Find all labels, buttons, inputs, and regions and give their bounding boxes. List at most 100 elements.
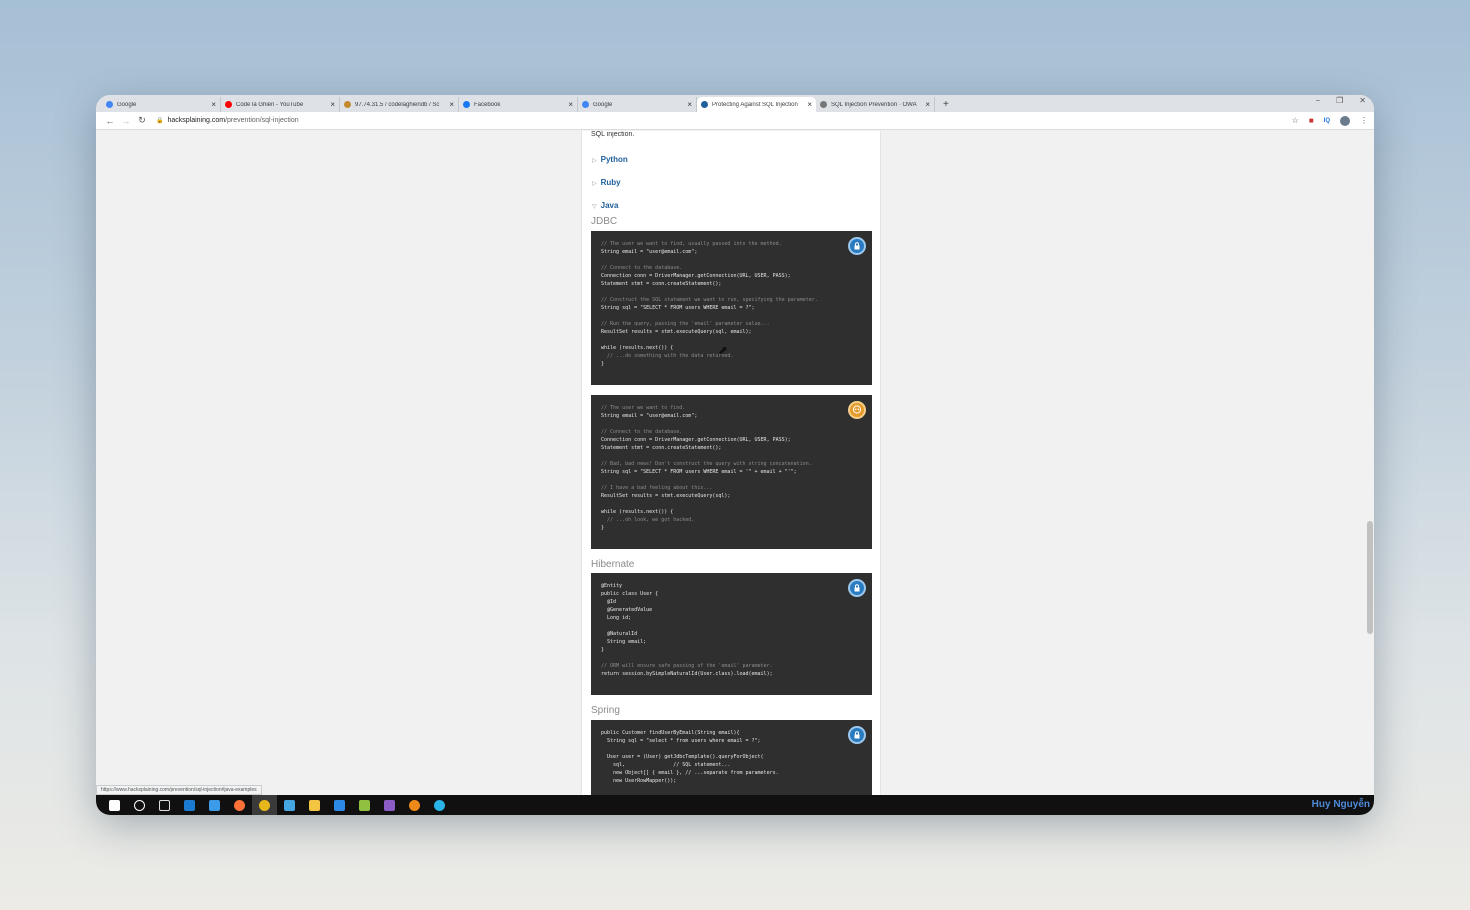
tab-close-icon[interactable]: × <box>807 100 812 109</box>
cortana-search-icon[interactable] <box>127 795 152 815</box>
safe-code-block: public Customer findUserByEmail(String e… <box>591 720 872 795</box>
firefox-icon[interactable] <box>227 795 252 815</box>
notepadpp-icon-glyph <box>359 799 370 811</box>
ie-icon[interactable] <box>202 795 227 815</box>
address-bar[interactable]: 🔒 hacksplaining.com/prevention/sql-injec… <box>156 114 1276 128</box>
code-line: // Connect to the database. <box>601 429 683 435</box>
code-line: ResultSet results = stmt.executeQuery(sq… <box>601 329 752 335</box>
tab-title: Google <box>117 101 137 108</box>
extension-iq-icon[interactable]: IQ <box>1324 118 1330 124</box>
minimize-button[interactable]: − <box>1315 96 1320 105</box>
code-line: Connection conn = DriverManager.getConne… <box>601 273 791 279</box>
safe-code-block: @Entity public class User { @Id @Generate… <box>591 573 872 695</box>
code-line: // ...oh look, we got hacked. <box>601 517 695 523</box>
tab-title: Facebook <box>474 101 501 108</box>
language-toggle-java[interactable]: ▽ Java <box>592 201 618 210</box>
code-line: String sql = "SELECT * FROM users WHERE … <box>601 469 797 475</box>
expand-arrow-icon: ▷ <box>592 181 597 187</box>
back-button[interactable]: ← <box>102 116 118 126</box>
url-path: /prevention/sql-injection <box>225 117 299 124</box>
tab-favicon-icon <box>582 101 589 108</box>
page-viewport: SQL injection. ▷ Python ▷ Ruby ▽ Java JDBC// T… <box>96 131 1374 795</box>
browser-tab[interactable]: Google × <box>102 97 221 112</box>
task-view-icon[interactable] <box>152 795 177 815</box>
browser-tab[interactable]: Facebook × <box>459 97 578 112</box>
browser-tab[interactable]: Protecting Against SQL Injection × <box>697 97 816 112</box>
code-line: } <box>601 361 605 367</box>
page-scrollbar[interactable] <box>1366 131 1374 795</box>
dreamweaver-icon[interactable] <box>277 795 302 815</box>
chrome-icon[interactable] <box>252 795 277 815</box>
code-line: // ORM will ensure safe passing of the '… <box>601 663 773 669</box>
tab-title: SQL Injection Prevention · OWA <box>831 101 917 108</box>
windows-taskbar: Huy Nguyễn <box>96 795 1374 815</box>
visual-studio-icon[interactable] <box>377 795 402 815</box>
language-toggle-python[interactable]: ▷ Python <box>592 155 628 164</box>
chrome-icon-glyph <box>259 799 270 811</box>
user-name: Huy Nguyễn <box>1311 799 1370 810</box>
code-line: sql, // SQL statement... <box>601 762 731 768</box>
code-line: String email = "user@email.com"; <box>601 413 698 419</box>
browser-tab[interactable]: Google × <box>578 97 697 112</box>
browser-tab[interactable]: SQL Injection Prevention · OWA × <box>816 97 935 112</box>
section-heading: Spring <box>591 705 620 716</box>
code-line: new UserRowMapper()); <box>601 778 677 784</box>
lock-icon: 🔒 <box>156 118 164 124</box>
menu-kebab-icon[interactable]: ⋮ <box>1360 116 1368 125</box>
tab-strip: Google × Code là Ghiền - YouTube × 97.74.31.… <box>96 95 1374 112</box>
reload-button[interactable]: ↻ <box>134 115 150 126</box>
section-heading: Hibernate <box>591 559 635 570</box>
maximize-button[interactable]: ❐ <box>1336 96 1343 105</box>
code-line: public class User { <box>601 591 659 597</box>
tab-close-icon[interactable]: × <box>568 100 573 109</box>
profile-avatar[interactable] <box>1340 115 1350 126</box>
tab-close-icon[interactable]: × <box>925 100 930 109</box>
code-line: String email = "user@email.com"; <box>601 249 698 255</box>
tab-close-icon[interactable]: × <box>330 100 335 109</box>
language-toggle-ruby[interactable]: ▷ Ruby <box>592 178 621 187</box>
notepadpp-icon[interactable] <box>352 795 377 815</box>
windows-start-icon[interactable] <box>102 795 127 815</box>
tab-close-icon[interactable]: × <box>687 100 692 109</box>
browser-icon-glyph <box>434 799 445 811</box>
code-line: @NaturalId <box>601 631 638 637</box>
code-line: @Entity <box>601 583 623 589</box>
bookmark-star-icon[interactable]: ☆ <box>1292 116 1299 125</box>
browser-icon[interactable] <box>427 795 452 815</box>
new-tab-button[interactable]: + <box>943 97 949 112</box>
tab-close-icon[interactable]: × <box>211 100 216 109</box>
code-line: // Connect to the database. <box>601 265 683 271</box>
vscode-icon[interactable] <box>327 795 352 815</box>
code-line: public Customer findUserByEmail(String e… <box>601 730 740 736</box>
tab-title: 97.74.31.5 / codelaghiendb / Sc <box>355 101 440 108</box>
code-line: User user = (User) getJdbcTemplate().que… <box>601 754 764 760</box>
file-explorer-icon[interactable] <box>302 795 327 815</box>
browser-tab[interactable]: Code là Ghiền - YouTube × <box>221 97 340 112</box>
edge-icon[interactable] <box>177 795 202 815</box>
tab-favicon-icon <box>106 101 113 108</box>
tab-close-icon[interactable]: × <box>449 100 454 109</box>
code-line: // I have a bad feeling about this... <box>601 485 713 491</box>
vlc-icon-glyph <box>409 799 420 811</box>
code-line: return session.bySimpleNaturalId(User.cl… <box>601 671 773 677</box>
status-url-bubble: https://www.hacksplaining.com/prevention… <box>96 785 262 795</box>
code-line: @Id <box>601 599 617 605</box>
scrollbar-thumb[interactable] <box>1367 521 1373 634</box>
visual-studio-icon-glyph <box>384 799 395 811</box>
extension-shield-icon[interactable]: ■ <box>1309 116 1314 125</box>
unsafe-code-block: // The user we want to find. String email… <box>591 395 872 549</box>
dreamweaver-icon-glyph <box>284 799 295 811</box>
code-line: } <box>601 525 605 531</box>
tab-favicon-icon <box>820 101 827 108</box>
browser-tab[interactable]: 97.74.31.5 / codelaghiendb / Sc × <box>340 97 459 112</box>
forward-button[interactable]: → <box>118 116 134 126</box>
safe-code-block: // The user we want to find, usually pas… <box>591 231 872 385</box>
code-line: @GeneratedValue <box>601 607 653 613</box>
vscode-icon-glyph <box>334 799 345 811</box>
close-window-button[interactable]: ✕ <box>1359 96 1366 105</box>
vlc-icon[interactable] <box>402 795 427 815</box>
